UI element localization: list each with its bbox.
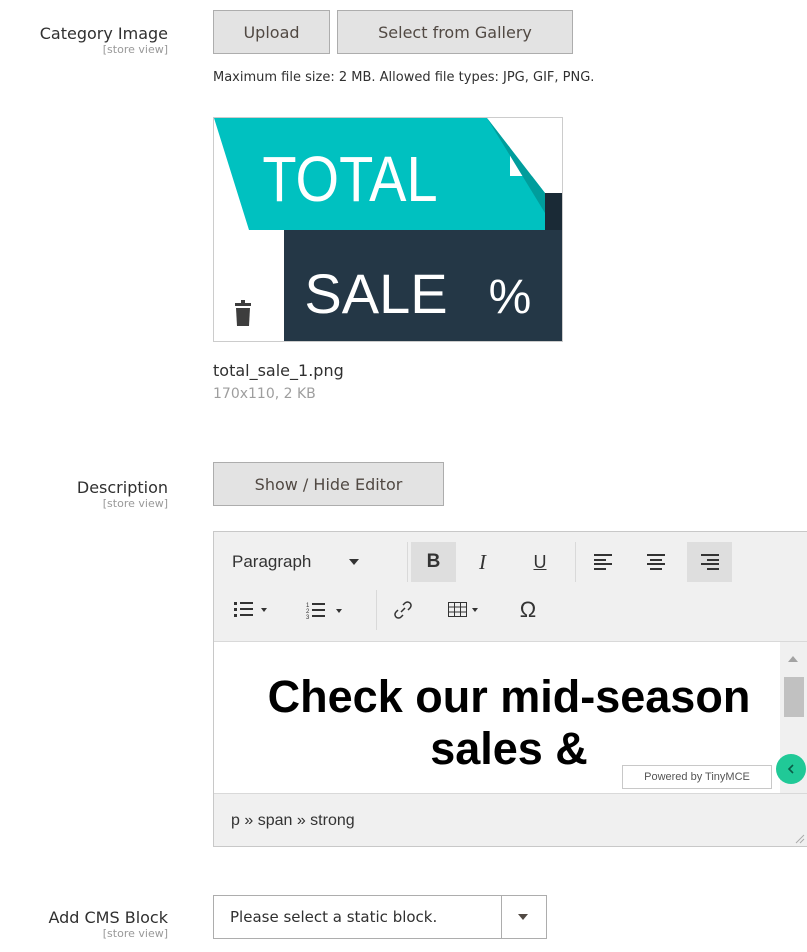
- category-image-scope: [store view]: [102, 43, 168, 56]
- description-label: Description [store view]: [77, 478, 168, 510]
- description-scope: [store view]: [102, 497, 168, 510]
- trash-icon[interactable]: [234, 300, 252, 328]
- upload-button[interactable]: Upload: [213, 10, 330, 54]
- align-center-icon: [647, 554, 665, 570]
- cms-block-select-toggle[interactable]: [501, 896, 546, 938]
- bullet-list-button[interactable]: [228, 590, 274, 630]
- align-right-button[interactable]: [687, 542, 732, 582]
- powered-by-tinymce[interactable]: Powered by TinyMCE: [622, 765, 772, 789]
- align-left-button[interactable]: [583, 542, 623, 582]
- align-center-button[interactable]: [636, 542, 676, 582]
- underline-button[interactable]: U: [520, 542, 560, 582]
- link-icon: [394, 601, 412, 619]
- bold-button[interactable]: B: [411, 542, 456, 582]
- preview-text-sale: SALE: [304, 262, 447, 325]
- align-left-icon: [594, 554, 612, 570]
- bullet-list-icon: [234, 602, 267, 617]
- italic-button[interactable]: I: [460, 542, 505, 582]
- chevron-left-icon: [787, 764, 794, 774]
- scrollbar-thumb[interactable]: [784, 677, 804, 717]
- chevron-down-icon: [349, 559, 360, 565]
- editor-content-area[interactable]: Check our mid-season sales & Powered by …: [214, 641, 807, 793]
- tinymce-badge[interactable]: [776, 754, 806, 784]
- numbered-list-button[interactable]: 1 2 3: [284, 590, 370, 630]
- file-name[interactable]: total_sale_1.png: [213, 361, 344, 380]
- chevron-down-icon: [518, 914, 528, 920]
- cms-block-title: Add CMS Block: [48, 908, 168, 927]
- category-image-title: Category Image: [39, 24, 168, 43]
- table-icon: [448, 602, 478, 617]
- preview-text-total: TOTAL: [262, 142, 437, 215]
- svg-text:3: 3: [306, 615, 310, 619]
- element-path: p » span » strong: [231, 812, 355, 829]
- category-image-label: Category Image [store view]: [40, 24, 168, 56]
- insert-link-button[interactable]: [383, 590, 423, 630]
- description-title: Description: [76, 478, 168, 497]
- cms-block-select-value: Please select a static block.: [230, 908, 438, 926]
- format-select-value: Paragraph: [232, 552, 312, 571]
- total-sale-image: TOTAL SALE %: [214, 118, 562, 341]
- preview-text-percent: %: [489, 271, 532, 324]
- editor-content-text: Check our mid-season sales &: [267, 671, 751, 774]
- resize-handle-icon[interactable]: [793, 832, 805, 844]
- show-hide-editor-button[interactable]: Show / Hide Editor: [213, 462, 444, 506]
- numbered-list-icon: 1 2 3: [306, 603, 342, 619]
- insert-table-button[interactable]: [436, 590, 494, 630]
- file-size-note: Maximum file size: 2 MB. Allowed file ty…: [213, 70, 595, 85]
- special-character-button[interactable]: Ω: [508, 590, 548, 630]
- select-from-gallery-button[interactable]: Select from Gallery: [337, 10, 573, 54]
- align-right-icon: [700, 554, 719, 570]
- cms-block-select[interactable]: Please select a static block.: [213, 895, 547, 939]
- category-image-preview[interactable]: TOTAL SALE %: [213, 117, 563, 342]
- cms-block-label: Add CMS Block [store view]: [48, 908, 168, 940]
- format-select[interactable]: Paragraph: [220, 542, 398, 582]
- wysiwyg-editor: Paragraph B I U 1 2 3 Ω Check our mid-se…: [213, 531, 807, 847]
- editor-statusbar: p » span » strong: [214, 793, 807, 848]
- file-meta: 170x110, 2 KB: [213, 386, 316, 402]
- cms-block-scope: [store view]: [102, 927, 168, 940]
- scroll-up-icon[interactable]: [788, 656, 798, 662]
